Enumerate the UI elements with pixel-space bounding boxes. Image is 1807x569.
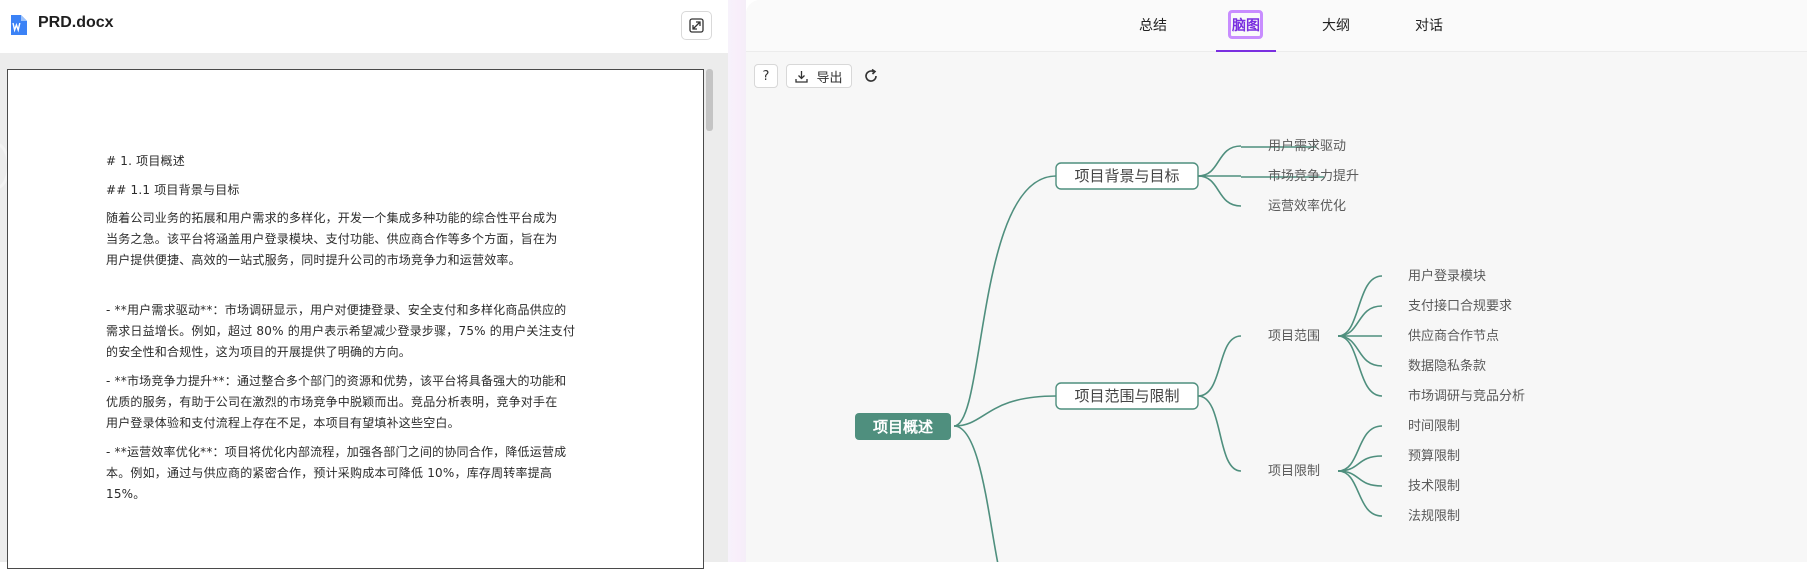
text-line: 用户提供便捷、高效的一站式服务，同时提升公司的市场竞争力和运营效率。 — [106, 253, 521, 267]
text-line: - **运营效率优化**：项目将优化内部流程，加强各部门之间的协同合作，降低运营… — [106, 445, 567, 459]
bullet-operational-efficiency: - **运营效率优化**：项目将优化内部流程，加强各部门之间的协同合作，降低运营… — [106, 442, 602, 505]
text-line: 的安全性和合规性，这为项目的开展提供了明确的方向。 — [106, 345, 412, 359]
text-line: - **用户需求驱动**：市场调研显示，用户对便捷登录、安全支付和多样化商品供应… — [106, 303, 567, 317]
mindmap-leaf[interactable]: 法规限制 — [1408, 509, 1460, 524]
document-content: # 1. 项目概述 ## 1.1 项目背景与目标 随着公司业务的拓展和用户需求的… — [106, 83, 602, 505]
expand-button[interactable] — [681, 11, 712, 40]
mindmap-leaf[interactable]: 用户需求驱动 — [1268, 138, 1346, 154]
mindmap-node-scope-limits[interactable]: 项目范围与限制 — [1055, 382, 1199, 410]
mindmap-leaf[interactable]: 运营效率优化 — [1268, 198, 1346, 214]
heading-1: # 1. 项目概述 — [106, 154, 185, 168]
document-scrollbar[interactable] — [706, 69, 713, 131]
document-header: PRD.docx — [0, 0, 728, 53]
text-line: 随着公司业务的拓展和用户需求的多样化，开发一个集成多种功能的综合性平台成为 — [106, 211, 558, 225]
mindmap-leaf[interactable]: 时间限制 — [1408, 419, 1460, 434]
bullet-market-competitiveness: - **市场竞争力提升**：通过整合多个部门的资源和优势，该平台将具备强大的功能… — [106, 371, 602, 434]
tab-chat[interactable]: 对话 — [1415, 15, 1443, 35]
tab-summary[interactable]: 总结 — [1139, 15, 1167, 35]
heading-2: ## 1.1 项目背景与目标 — [106, 183, 240, 197]
expand-icon — [689, 18, 704, 33]
mindmap-canvas[interactable]: 项目概述 项目背景与目标 用户需求驱动 市场竞争力提升 运营效率优化 项目范围与… — [746, 53, 1807, 562]
mindmap-leaf[interactable]: 市场竞争力提升 — [1268, 168, 1359, 184]
mindmap-leaf[interactable]: 供应商合作节点 — [1408, 328, 1499, 344]
document-title: PRD.docx — [38, 14, 114, 31]
pane-divider[interactable] — [728, 0, 746, 562]
mindmap-node-scope[interactable]: 项目范围 — [1268, 329, 1320, 344]
tab-outline[interactable]: 大纲 — [1322, 15, 1350, 35]
text-line: 用户登录体验和支付流程上存在不足，本项目有望填补这些空白。 — [106, 416, 460, 430]
mindmap-node-label: 项目背景与目标 — [1074, 167, 1179, 185]
mindmap-leaf[interactable]: 预算限制 — [1408, 449, 1460, 464]
mindmap-leaf[interactable]: 用户登录模块 — [1408, 268, 1486, 284]
bullet-user-demand: - **用户需求驱动**：市场调研显示，用户对便捷登录、安全支付和多样化商品供应… — [106, 300, 602, 363]
mindmap-leaf[interactable]: 支付接口合规要求 — [1408, 298, 1512, 314]
text-line: 需求日益增长。例如，超过 80% 的用户表示希望减少登录步骤，75% 的用户关注… — [106, 324, 576, 338]
text-line: 当务之急。该平台将涵盖用户登录模块、支付功能、供应商合作等多个方面，旨在为 — [106, 232, 558, 246]
mindmap-root-node[interactable]: 项目概述 — [855, 413, 951, 440]
mindmap-node-background-goals[interactable]: 项目背景与目标 — [1055, 162, 1199, 190]
analysis-pane: 总结 脑图 大纲 对话 ? 导出 项目概述 项目背景与目标 用户需求驱动 市场竞… — [746, 0, 1807, 562]
word-doc-icon — [11, 15, 27, 35]
document-pane: PRD.docx # 1. 项目概述 ## 1.1 项目背景与目标 随着公司业务… — [0, 0, 728, 569]
tab-bar: 总结 脑图 大纲 对话 — [746, 0, 1807, 52]
mindmap-node-limits[interactable]: 项目限制 — [1268, 464, 1320, 479]
text-line: - **市场竞争力提升**：通过整合多个部门的资源和优势，该平台将具备强大的功能… — [106, 374, 567, 388]
mindmap-leaf[interactable]: 市场调研与竞品分析 — [1408, 388, 1525, 404]
tab-mindmap[interactable]: 脑图 — [1232, 15, 1260, 35]
mindmap-leaf[interactable]: 技术限制 — [1408, 479, 1460, 494]
text-line: 15%。 — [106, 487, 146, 501]
paragraph-intro: 随着公司业务的拓展和用户需求的多样化，开发一个集成多种功能的综合性平台成为 当务… — [106, 208, 602, 271]
mindmap-leaf[interactable]: 数据隐私条款 — [1408, 358, 1486, 374]
active-tab-indicator — [1216, 50, 1276, 52]
text-line: 优质的服务，有助于公司在激烈的市场竞争中脱颖而出。竞品分析表明，竞争对手在 — [106, 395, 558, 409]
text-line: 本。例如，通过与供应商的紧密合作，预计采购成本可降低 10%，库存周转率提高 — [106, 466, 553, 480]
mindmap-root-label: 项目概述 — [873, 418, 933, 436]
mindmap-node-label: 项目范围与限制 — [1074, 387, 1179, 405]
